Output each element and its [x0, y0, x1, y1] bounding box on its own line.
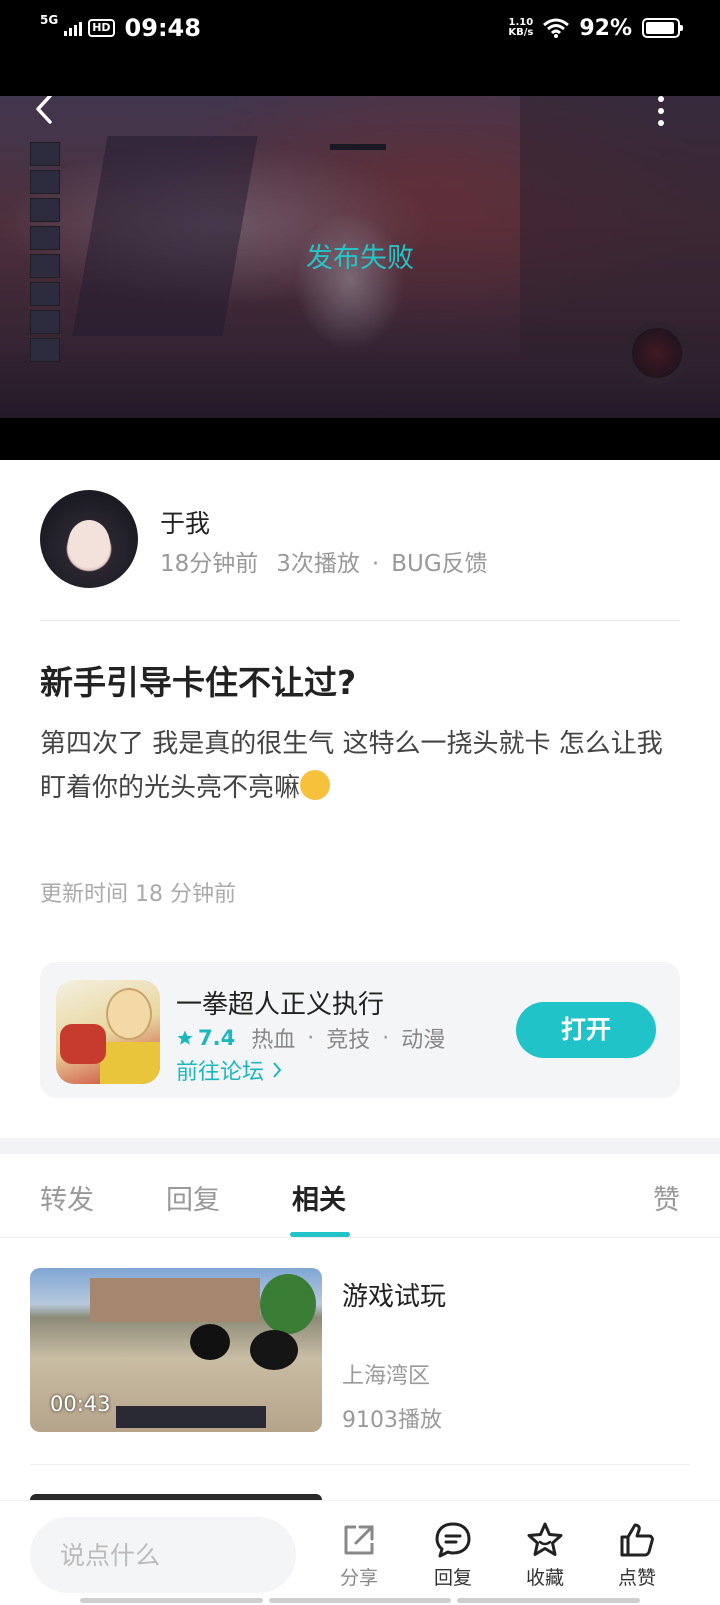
thumbs-up-icon — [620, 1523, 654, 1557]
network-type: 5G — [40, 13, 59, 27]
favorite-label: 收藏 — [525, 1567, 564, 1589]
game-card[interactable]: 一拳超人正义执行 7.4 热血 · 竞技 · 动漫 前往论坛 打开 — [40, 962, 680, 1098]
forum-link-label: 前往论坛 — [176, 1060, 265, 1085]
star-icon — [177, 1030, 193, 1045]
related-author: 上海湾区 — [342, 1364, 431, 1389]
like-label: 点赞 — [617, 1567, 656, 1589]
wifi-icon — [543, 18, 570, 38]
author-meta: 18分钟前 3次播放 · BUG反馈 — [160, 544, 506, 578]
tab-bar: 转发 回复 相关 赞 — [0, 1154, 720, 1238]
game-rating-value: 7.4 — [198, 1026, 236, 1050]
chevron-right-icon — [273, 1062, 282, 1078]
game-tag: 动漫 — [401, 1028, 446, 1053]
section-separator — [0, 1138, 720, 1154]
video-duration: 00:43 — [50, 1392, 111, 1416]
post-time: 18分钟前 — [160, 551, 259, 577]
comment-input[interactable] — [30, 1517, 296, 1593]
battery-fill — [646, 22, 674, 34]
author-name[interactable]: 于我 — [160, 504, 210, 540]
post-body-text: 第四次了 我是真的很生气 这特么一挠头就卡 怎么让我盯着你的光头亮不亮嘛 — [40, 729, 663, 803]
update-time: 更新时间 18 分钟前 — [40, 882, 236, 907]
share-icon — [344, 1525, 374, 1555]
play-count: 3次播放 — [276, 551, 360, 577]
game-name[interactable]: 一拳超人正义执行 — [176, 984, 384, 1021]
avatar-face — [68, 520, 110, 568]
upside-down-face-emoji-icon — [300, 770, 331, 800]
meta-separator: · — [371, 551, 380, 577]
tab-related[interactable]: 相关 — [292, 1178, 346, 1217]
signal-icon — [64, 20, 83, 36]
reply-button[interactable]: 回复 — [418, 1521, 488, 1601]
publish-failed-text: 发布失败 — [306, 243, 414, 274]
game-tag: 热血 — [251, 1028, 296, 1053]
author-section: 于我 18分钟前 3次播放 · BUG反馈 — [40, 490, 680, 590]
video-player[interactable]: 发布失败 — [0, 96, 720, 460]
network-speed-unit: KB/s — [508, 27, 534, 38]
game-icon-head — [106, 988, 152, 1040]
more-options-icon[interactable] — [656, 96, 666, 126]
post-body: 第四次了 我是真的很生气 这特么一挠头就卡 怎么让我盯着你的光头亮不亮嘛 — [40, 722, 680, 810]
thumbnail-scene-tree — [260, 1274, 316, 1334]
open-game-button[interactable]: 打开 — [516, 1002, 656, 1058]
avatar[interactable] — [40, 490, 138, 588]
clock: 09:48 — [124, 14, 201, 42]
list-item[interactable]: 00:43 游戏试玩 上海湾区 9103播放 — [30, 1268, 690, 1434]
thumbnail-scene-house — [90, 1278, 260, 1322]
tab-reply[interactable]: 回复 — [166, 1178, 220, 1217]
hd-badge: HD — [88, 19, 115, 37]
favorite-button[interactable]: 收藏 — [510, 1521, 580, 1601]
video-thumbnail[interactable]: 00:43 — [30, 1268, 322, 1432]
thumbnail-scene-smoke — [190, 1324, 230, 1360]
game-tag: 竞技 — [326, 1028, 371, 1053]
tag-separator: · — [382, 1025, 390, 1051]
post-title: 新手引导卡住不让过? — [40, 663, 357, 702]
divider — [30, 1464, 690, 1465]
comment-icon — [435, 1522, 471, 1558]
game-icon-body — [100, 1042, 160, 1084]
reply-label: 回复 — [433, 1567, 472, 1589]
share-button[interactable]: 分享 — [324, 1521, 394, 1601]
related-title[interactable]: 游戏试玩 — [342, 1276, 446, 1313]
game-tags: 7.4 热血 · 竞技 · 动漫 — [176, 1022, 445, 1054]
game-icon-fist — [60, 1024, 106, 1064]
thumbnail-scene-smoke — [250, 1330, 298, 1370]
like-button[interactable]: 点赞 — [602, 1521, 672, 1601]
tab-forward[interactable]: 转发 — [40, 1178, 94, 1217]
category-label[interactable]: BUG反馈 — [391, 551, 487, 577]
thumbnail-scene-hud — [116, 1406, 266, 1428]
game-icon[interactable] — [56, 980, 160, 1084]
gesture-bar — [80, 1598, 641, 1603]
active-tab-indicator — [290, 1232, 350, 1237]
tab-likes[interactable]: 赞 — [653, 1178, 680, 1217]
battery-percent: 92% — [579, 15, 632, 41]
divider — [40, 620, 680, 621]
forum-link[interactable]: 前往论坛 — [176, 1054, 282, 1086]
game-rating: 7.4 — [176, 1026, 235, 1050]
related-plays: 9103播放 — [342, 1408, 442, 1433]
bottom-action-bar: 分享 回复 收藏 点赞 — [0, 1500, 720, 1605]
status-left: 5G HD 09:48 — [40, 12, 201, 44]
tag-separator: · — [307, 1025, 315, 1051]
status-right: 1.10 KB/s 92% — [508, 12, 683, 44]
share-label: 分享 — [339, 1567, 378, 1589]
network-speed: 1.10 KB/s — [508, 18, 533, 38]
status-bar: 5G HD 09:48 1.10 KB/s 92% — [0, 0, 720, 96]
back-chevron-icon[interactable] — [30, 96, 58, 124]
battery-icon — [642, 18, 683, 38]
star-outline-icon — [527, 1522, 563, 1556]
